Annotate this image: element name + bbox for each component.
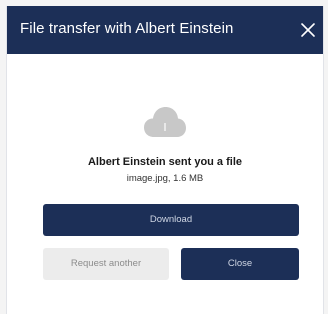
- dialog-title: File transfer with Albert Einstein: [20, 20, 234, 37]
- dialog-header: File transfer with Albert Einstein: [7, 6, 323, 54]
- close-button[interactable]: Close: [181, 248, 299, 280]
- request-another-button[interactable]: Request another: [43, 248, 169, 280]
- file-transfer-dialog: File transfer with Albert Einstein Alber…: [6, 6, 324, 314]
- download-button[interactable]: Download: [43, 204, 299, 236]
- close-icon[interactable]: [297, 19, 319, 41]
- file-info: image.jpg, 1.6 MB: [126, 173, 204, 184]
- cloud-icon: [142, 105, 188, 139]
- file-sent-message: Albert Einstein sent you a file: [87, 156, 243, 168]
